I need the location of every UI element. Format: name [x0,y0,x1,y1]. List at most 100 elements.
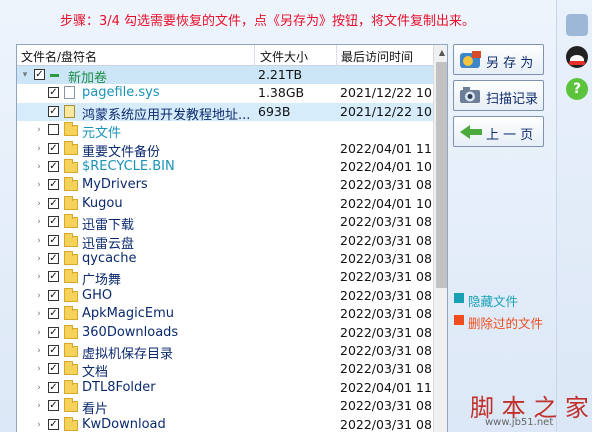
row-name[interactable]: 迅雷云盘 [82,233,134,252]
row-name[interactable]: 新加卷 [68,67,107,86]
row-name[interactable]: KwDownload [82,417,166,432]
scan-record-label: 扫描记录 [486,92,539,107]
tree-expander-icon[interactable]: › [34,290,44,302]
row-name[interactable]: qycache [82,251,136,266]
table-row[interactable]: › ✓ DTL8Folder 2022/04/01 11:0 [17,379,433,397]
row-name[interactable]: 鸿蒙系统应用开发教程地址... [82,104,250,123]
column-separator[interactable] [336,45,337,66]
row-name[interactable]: MyDrivers [82,177,148,192]
row-checkbox[interactable]: ✓ [34,69,45,80]
row-name[interactable]: 看片 [82,398,108,417]
row-date: 2022/03/31 08:2 [340,251,433,266]
table-row[interactable]: › ✓ ApkMagicEmu 2022/03/31 08:2 [17,305,433,323]
column-date-header[interactable]: 最后访问时间 [341,48,413,65]
tree-expander-icon[interactable]: › [34,271,44,283]
column-name-header[interactable]: 文件名/盘符名 [21,48,97,65]
row-checkbox[interactable]: ✓ [48,253,59,264]
table-row[interactable]: › ✓ 看片 2022/03/31 08:2 [17,397,433,417]
row-name[interactable]: 广场舞 [82,269,121,288]
tree-expander-icon[interactable]: › [34,161,44,173]
row-name[interactable]: ApkMagicEmu [82,306,174,321]
folder-icon [64,324,78,339]
settings-icon[interactable] [566,14,588,36]
row-checkbox[interactable]: ✓ [48,345,59,356]
table-row[interactable]: › ✓ KwDownload 2022/03/31 08:2 [17,416,433,432]
scroll-up-arrow-icon[interactable]: ▲ [434,45,447,61]
table-row[interactable]: › ✓ 迅雷下载 2022/03/31 08:2 [17,213,433,233]
row-checkbox[interactable] [48,124,59,136]
row-checkbox[interactable]: ✓ [48,216,59,228]
row-checkbox[interactable]: ✓ [48,161,59,172]
table-row[interactable]: › ✓ 360Downloads 2022/03/31 08:2 [17,324,433,342]
table-row[interactable]: › ✓ GHO 2022/03/31 08:2 [17,287,433,305]
row-checkbox[interactable]: ✓ [48,105,59,117]
row-checkbox[interactable]: ✓ [48,363,59,375]
row-name[interactable]: pagefile.sys [82,85,160,100]
row-name[interactable]: GHO [82,288,112,303]
table-row[interactable]: › ✓ 文档 2022/03/31 08:2 [17,360,433,380]
table-row[interactable]: › ✓ MyDrivers 2022/03/31 08:2 [17,176,433,194]
tree-expander-icon[interactable]: › [34,327,44,339]
table-row[interactable]: › ✓ $RECYCLE.BIN 2022/04/01 10:5 [17,158,433,176]
row-checkbox[interactable]: ✓ [48,400,59,412]
folder-icon [64,159,78,173]
tree-expander-icon[interactable]: › [34,216,44,228]
row-name[interactable]: 迅雷下载 [82,214,134,233]
folder-icon [64,416,78,431]
tree-expander-icon[interactable]: › [34,124,44,136]
column-separator[interactable] [254,45,255,66]
row-checkbox[interactable]: ✓ [48,142,59,154]
row-checkbox[interactable]: ✓ [48,326,59,338]
save-as-button[interactable]: 另 存 为 [453,44,544,75]
file-tree-panel[interactable]: 文件名/盘符名 文件大小 最后访问时间 ▾ ✓ 新加卷 2.21TB ✓ pagefile… [16,44,448,432]
table-row[interactable]: ✓ pagefile.sys 1.38GB 2021/12/22 10:0 [17,84,433,102]
row-checkbox[interactable]: ✓ [48,381,59,393]
previous-page-button[interactable]: 上 一 页 [453,116,544,147]
scrollbar-thumb[interactable] [436,62,447,288]
tree-expander-icon[interactable] [34,87,44,99]
row-checkbox[interactable]: ✓ [48,271,59,283]
table-row[interactable]: › ✓ 迅雷云盘 2022/03/31 08:2 [17,232,433,252]
row-name[interactable]: 元文件 [82,122,121,141]
row-name[interactable]: 360Downloads [82,325,178,340]
row-name[interactable]: 文档 [82,361,108,380]
row-checkbox[interactable]: ✓ [48,197,59,209]
row-name[interactable]: 虚拟机保存目录 [82,343,173,362]
table-row[interactable]: › ✓ Kugou 2022/04/01 10:5 [17,195,433,213]
table-row[interactable]: › 元文件 [17,121,433,141]
row-checkbox[interactable]: ✓ [48,234,59,246]
tree-expander-icon[interactable] [34,106,44,118]
row-name[interactable]: Kugou [82,196,123,211]
tree-expander-icon[interactable]: ▾ [20,69,30,81]
row-checkbox[interactable]: ✓ [48,179,59,191]
table-row[interactable]: › ✓ qycache 2022/03/31 08:2 [17,250,433,268]
table-row[interactable]: › ✓ 重要文件备份 2022/04/01 11:0 [17,140,433,160]
tree-expander-icon[interactable]: › [34,363,44,375]
table-row[interactable]: ✓ 鸿蒙系统应用开发教程地址... 693B 2021/12/22 10:0 [17,102,433,123]
tree-expander-icon[interactable]: › [34,253,44,265]
tree-expander-icon[interactable]: › [34,143,44,155]
row-name[interactable]: $RECYCLE.BIN [82,159,175,174]
row-checkbox[interactable]: ✓ [48,418,59,430]
row-name[interactable]: 重要文件备份 [82,141,160,160]
table-row[interactable]: › ✓ 虚拟机保存目录 2022/03/31 08:2 [17,342,433,362]
vertical-scrollbar[interactable]: ▲ [433,45,447,432]
column-size-header[interactable]: 文件大小 [260,48,308,65]
row-name[interactable]: DTL8Folder [82,380,156,395]
tree-expander-icon[interactable]: › [34,308,44,320]
tree-expander-icon[interactable]: › [34,419,44,431]
help-icon[interactable]: ? [566,78,588,100]
tree-expander-icon[interactable]: › [34,198,44,210]
row-checkbox[interactable]: ✓ [48,289,59,301]
row-checkbox[interactable]: ✓ [48,308,59,320]
tree-expander-icon[interactable]: › [34,382,44,394]
table-row[interactable]: › ✓ 广场舞 2022/03/31 08:2 [17,268,433,288]
tree-expander-icon[interactable]: › [34,179,44,191]
table-row[interactable]: ▾ ✓ 新加卷 2.21TB [17,66,433,86]
tree-expander-icon[interactable]: › [34,400,44,412]
row-checkbox[interactable]: ✓ [48,87,59,99]
tree-expander-icon[interactable]: › [34,345,44,357]
scan-record-button[interactable]: 扫描记录 [453,80,544,111]
tree-expander-icon[interactable]: › [34,235,44,247]
qq-icon[interactable] [566,46,588,68]
